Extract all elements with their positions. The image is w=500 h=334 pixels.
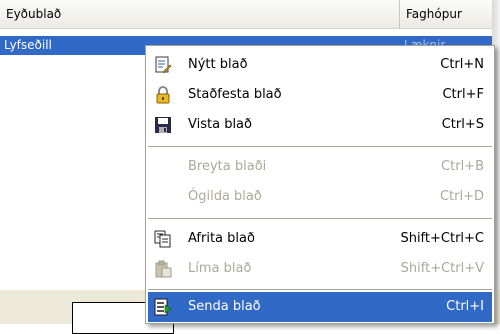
new-sheet-icon [154, 56, 172, 74]
lock-icon [154, 86, 172, 104]
menu-item-send-sheet[interactable]: Senda blað Ctrl+I [148, 292, 492, 322]
menu-separator [148, 289, 492, 290]
menu-item-label: Líma blað [188, 261, 252, 276]
menu-item-shortcut: Ctrl+F [442, 87, 484, 102]
list-header: Eyðublað Faghópur [0, 0, 492, 29]
column-header-group[interactable]: Faghópur [400, 0, 492, 28]
context-menu: Nýtt blað Ctrl+N Staðfesta blað Ctrl+F V… [145, 45, 495, 324]
menu-item-void-sheet[interactable]: Ógilda blað Ctrl+D [148, 182, 492, 212]
menu-item-shortcut: Shift+Ctrl+C [400, 231, 484, 246]
menu-item-shortcut: Ctrl+S [441, 117, 484, 132]
menu-item-shortcut: Ctrl+N [440, 57, 484, 72]
send-icon [154, 298, 172, 316]
menu-item-shortcut: Ctrl+D [439, 189, 484, 204]
menu-item-shortcut: Ctrl+I [446, 299, 484, 314]
menu-item-label: Senda blað [188, 299, 261, 314]
menu-item-edit-sheet[interactable]: Breyta blaði Ctrl+B [148, 152, 492, 182]
menu-item-save-sheet[interactable]: Vista blað Ctrl+S [148, 110, 492, 140]
menu-item-shortcut: Shift+Ctrl+V [400, 261, 484, 276]
menu-item-paste-sheet[interactable]: Líma blað Shift+Ctrl+V [148, 254, 492, 284]
menu-item-shortcut: Ctrl+B [441, 159, 484, 174]
copy-icon [154, 230, 172, 248]
menu-separator [148, 146, 492, 147]
menu-item-label: Breyta blaði [188, 159, 267, 174]
paste-icon [154, 260, 172, 278]
menu-item-copy-sheet[interactable]: Afrita blað Shift+Ctrl+C [148, 224, 492, 254]
menu-item-confirm-sheet[interactable]: Staðfesta blað Ctrl+F [148, 80, 492, 110]
menu-item-label: Staðfesta blað [188, 87, 282, 102]
column-header-form[interactable]: Eyðublað [0, 0, 400, 28]
floppy-disk-icon [154, 116, 172, 134]
menu-item-label: Ógilda blað [188, 189, 262, 204]
menu-item-label: Vista blað [188, 117, 252, 132]
menu-item-new-sheet[interactable]: Nýtt blað Ctrl+N [148, 50, 492, 80]
menu-separator [148, 218, 492, 219]
row-form-name: Lyfseðill [4, 38, 52, 52]
menu-item-label: Afrita blað [188, 231, 255, 246]
menu-item-label: Nýtt blað [188, 57, 248, 72]
